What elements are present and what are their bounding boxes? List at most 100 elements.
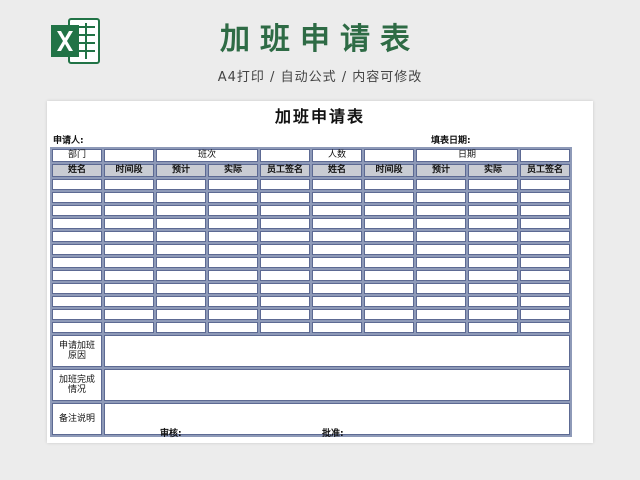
table-cell[interactable]: [260, 179, 310, 190]
table-cell[interactable]: [156, 257, 206, 268]
table-cell[interactable]: [520, 270, 570, 281]
table-cell[interactable]: [208, 179, 258, 190]
table-cell[interactable]: [520, 322, 570, 333]
table-cell[interactable]: [208, 205, 258, 216]
table-cell[interactable]: [364, 218, 414, 229]
table-cell[interactable]: [520, 205, 570, 216]
date-value-cell[interactable]: [520, 149, 570, 162]
table-cell[interactable]: [156, 205, 206, 216]
table-cell[interactable]: [208, 231, 258, 242]
table-cell[interactable]: [364, 257, 414, 268]
table-cell[interactable]: [468, 309, 518, 320]
table-cell[interactable]: [52, 192, 102, 203]
table-cell[interactable]: [260, 192, 310, 203]
table-cell[interactable]: [208, 257, 258, 268]
table-cell[interactable]: [260, 309, 310, 320]
table-cell[interactable]: [364, 296, 414, 307]
table-cell[interactable]: [364, 283, 414, 294]
table-cell[interactable]: [260, 205, 310, 216]
table-cell[interactable]: [104, 192, 154, 203]
table-cell[interactable]: [468, 205, 518, 216]
table-cell[interactable]: [208, 270, 258, 281]
table-cell[interactable]: [52, 309, 102, 320]
table-cell[interactable]: [156, 231, 206, 242]
table-cell[interactable]: [156, 192, 206, 203]
table-cell[interactable]: [364, 309, 414, 320]
table-cell[interactable]: [416, 296, 466, 307]
table-cell[interactable]: [156, 244, 206, 255]
table-cell[interactable]: [364, 205, 414, 216]
table-cell[interactable]: [312, 283, 362, 294]
table-cell[interactable]: [468, 179, 518, 190]
table-cell[interactable]: [416, 283, 466, 294]
table-cell[interactable]: [52, 205, 102, 216]
table-cell[interactable]: [312, 322, 362, 333]
table-cell[interactable]: [416, 179, 466, 190]
table-cell[interactable]: [468, 322, 518, 333]
table-cell[interactable]: [468, 231, 518, 242]
table-cell[interactable]: [364, 244, 414, 255]
table-cell[interactable]: [312, 179, 362, 190]
table-cell[interactable]: [52, 179, 102, 190]
table-cell[interactable]: [52, 270, 102, 281]
table-cell[interactable]: [520, 179, 570, 190]
table-cell[interactable]: [468, 244, 518, 255]
table-cell[interactable]: [260, 231, 310, 242]
table-cell[interactable]: [104, 309, 154, 320]
table-cell[interactable]: [520, 218, 570, 229]
table-cell[interactable]: [156, 309, 206, 320]
table-cell[interactable]: [52, 231, 102, 242]
table-cell[interactable]: [104, 257, 154, 268]
table-cell[interactable]: [260, 322, 310, 333]
table-cell[interactable]: [416, 270, 466, 281]
table-cell[interactable]: [312, 205, 362, 216]
table-cell[interactable]: [104, 296, 154, 307]
table-cell[interactable]: [468, 218, 518, 229]
table-cell[interactable]: [312, 244, 362, 255]
table-cell[interactable]: [104, 231, 154, 242]
table-cell[interactable]: [520, 296, 570, 307]
table-cell[interactable]: [156, 322, 206, 333]
table-cell[interactable]: [260, 257, 310, 268]
table-cell[interactable]: [416, 205, 466, 216]
reason-cell[interactable]: [104, 335, 570, 367]
table-cell[interactable]: [156, 179, 206, 190]
table-cell[interactable]: [208, 309, 258, 320]
table-cell[interactable]: [468, 283, 518, 294]
table-cell[interactable]: [468, 257, 518, 268]
table-cell[interactable]: [312, 218, 362, 229]
table-cell[interactable]: [104, 218, 154, 229]
table-cell[interactable]: [208, 244, 258, 255]
table-cell[interactable]: [156, 296, 206, 307]
table-cell[interactable]: [520, 244, 570, 255]
table-cell[interactable]: [416, 231, 466, 242]
table-cell[interactable]: [312, 257, 362, 268]
table-cell[interactable]: [416, 244, 466, 255]
dept-value-cell[interactable]: [104, 149, 154, 162]
table-cell[interactable]: [312, 270, 362, 281]
table-cell[interactable]: [104, 205, 154, 216]
table-cell[interactable]: [52, 283, 102, 294]
table-cell[interactable]: [260, 296, 310, 307]
table-cell[interactable]: [520, 283, 570, 294]
table-cell[interactable]: [208, 283, 258, 294]
table-cell[interactable]: [156, 270, 206, 281]
table-cell[interactable]: [312, 309, 362, 320]
table-cell[interactable]: [260, 283, 310, 294]
completion-cell[interactable]: [104, 369, 570, 401]
count-value-cell[interactable]: [364, 149, 414, 162]
table-cell[interactable]: [260, 218, 310, 229]
table-cell[interactable]: [104, 244, 154, 255]
table-cell[interactable]: [520, 309, 570, 320]
table-cell[interactable]: [208, 322, 258, 333]
table-cell[interactable]: [416, 192, 466, 203]
table-cell[interactable]: [520, 257, 570, 268]
table-cell[interactable]: [520, 231, 570, 242]
table-cell[interactable]: [52, 296, 102, 307]
table-cell[interactable]: [52, 322, 102, 333]
table-cell[interactable]: [208, 296, 258, 307]
table-cell[interactable]: [104, 283, 154, 294]
table-cell[interactable]: [260, 270, 310, 281]
table-cell[interactable]: [52, 244, 102, 255]
table-cell[interactable]: [208, 192, 258, 203]
